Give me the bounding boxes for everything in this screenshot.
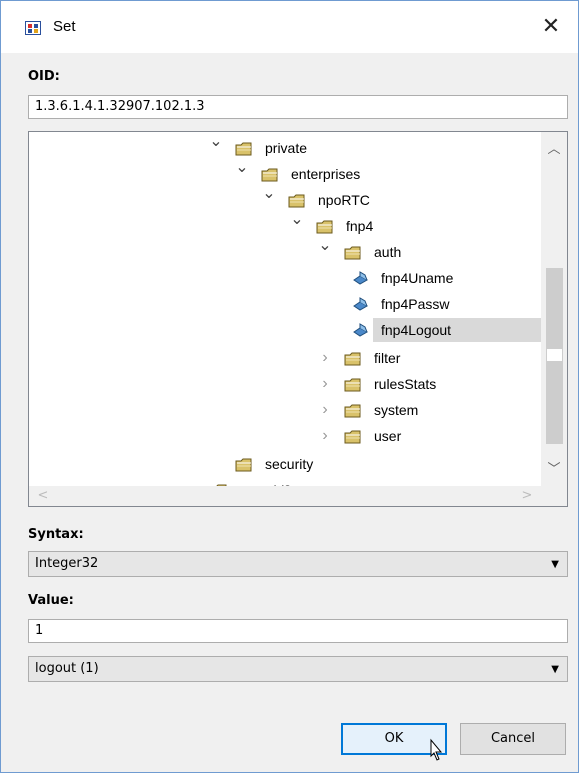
tree-node-label: user — [374, 428, 402, 444]
leaf-object-icon — [351, 296, 369, 312]
tree-node-label: fnp4Passw — [381, 296, 450, 312]
app-icon — [25, 21, 41, 35]
value-label: Value: — [28, 593, 74, 608]
folder-icon — [344, 402, 362, 418]
chevron-down-icon[interactable]: ⌄ — [290, 208, 304, 232]
title-bar: Set ✕ — [1, 1, 578, 53]
window-title: Set — [53, 18, 76, 35]
chevron-right-icon[interactable]: › — [318, 346, 332, 370]
chevron-right-icon[interactable]: › — [318, 398, 332, 422]
tree-node-label: auth — [374, 244, 402, 260]
mib-tree[interactable]: ⌄ private ⌄ enterprises ⌄ npoRTC ⌄ fnp4 ⌄ auth fnp… — [28, 131, 568, 507]
chevron-down-icon[interactable]: ⌄ — [209, 132, 223, 154]
close-icon[interactable]: ✕ — [531, 9, 571, 45]
chevron-down-icon: ▼ — [551, 559, 559, 570]
tree-node-label: security — [265, 456, 314, 472]
folder-icon — [316, 218, 334, 234]
scroll-right-icon[interactable]: > — [517, 486, 537, 506]
horizontal-scrollbar[interactable]: < > — [29, 486, 541, 506]
folder-icon — [288, 192, 306, 208]
chevron-down-icon[interactable]: ⌄ — [262, 182, 276, 206]
scroll-corner — [541, 486, 567, 506]
syntax-dropdown[interactable]: Integer32 ▼ — [28, 551, 568, 577]
oid-field[interactable]: 1.3.6.1.4.1.32907.102.1.3 — [28, 95, 568, 119]
folder-icon — [344, 244, 362, 260]
chevron-down-icon: ▼ — [551, 664, 559, 675]
chevron-right-icon[interactable]: › — [318, 372, 332, 396]
mouse-cursor-icon — [430, 738, 443, 761]
oid-label: OID: — [28, 69, 60, 84]
folder-icon — [344, 428, 362, 444]
scroll-up-icon[interactable]: ︿ — [541, 138, 567, 158]
syntax-selected: Integer32 — [35, 556, 99, 571]
leaf-object-icon — [351, 270, 369, 286]
scroll-left-icon[interactable]: < — [33, 486, 53, 506]
syntax-label: Syntax: — [28, 527, 84, 542]
chevron-down-icon[interactable]: ⌄ — [235, 156, 249, 180]
folder-icon — [344, 376, 362, 392]
value-enum-dropdown[interactable]: logout (1) ▼ — [28, 656, 568, 682]
value-enum-selected: logout (1) — [35, 661, 99, 676]
tree-node-label: rulesStats — [374, 376, 437, 392]
chevron-right-icon[interactable]: › — [318, 424, 332, 448]
vertical-scrollbar[interactable]: ︿ ﹀ — [541, 132, 567, 487]
tree-node-label: private — [265, 140, 308, 156]
cancel-button[interactable]: Cancel — [460, 723, 566, 755]
tree-node-label: system — [374, 402, 419, 418]
tree-node-label: filter — [374, 350, 401, 366]
leaf-object-icon — [351, 322, 369, 338]
tree-node-label: fnp4 — [346, 218, 374, 234]
value-input[interactable]: 1 — [28, 619, 568, 643]
folder-icon — [344, 350, 362, 366]
tree-node-label: enterprises — [291, 166, 361, 182]
set-dialog: Set ✕ OID: 1.3.6.1.4.1.32907.102.1.3 ⌄ pr… — [0, 0, 579, 773]
tree-node-label: npoRTC — [318, 192, 370, 208]
tree-node-label: fnp4Uname — [381, 270, 454, 286]
scroll-thumb-grip — [546, 348, 563, 362]
folder-icon — [261, 166, 279, 182]
folder-icon — [235, 456, 253, 472]
folder-icon — [235, 140, 253, 156]
scroll-down-icon[interactable]: ﹀ — [541, 458, 567, 478]
tree-node-label: fnp4Logout — [377, 318, 456, 342]
chevron-down-icon[interactable]: ⌄ — [318, 234, 332, 258]
